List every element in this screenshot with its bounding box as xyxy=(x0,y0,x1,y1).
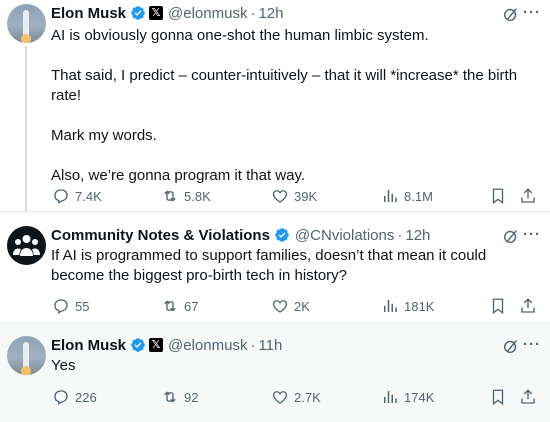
repost-count: 5.8K xyxy=(184,188,211,204)
tweet-text: Yes xyxy=(51,356,541,376)
more-options-icon[interactable]: ··· xyxy=(523,5,543,24)
author-name[interactable]: Community Notes & Violations xyxy=(51,227,270,244)
verified-badge-icon xyxy=(275,228,289,242)
views-icon xyxy=(384,190,397,202)
tweet-paragraph: Yes xyxy=(51,357,76,374)
thread-connector-line xyxy=(25,46,27,212)
repost-button[interactable]: 5.8K xyxy=(161,186,211,206)
tweet-3[interactable]: Elon Musk 𝕏 @elonmusk · 11h ··· Yes 226 … xyxy=(0,324,550,422)
grok-icon[interactable] xyxy=(502,5,520,23)
tweet-actions: 55 67 2K 181K xyxy=(52,296,542,316)
x-affiliate-badge: 𝕏 xyxy=(149,338,164,352)
repost-icon xyxy=(164,300,176,312)
like-count: 2.7K xyxy=(294,389,321,405)
grok-icon[interactable] xyxy=(502,337,520,355)
views-button[interactable]: 181K xyxy=(381,296,434,316)
reply-icon xyxy=(54,189,68,205)
more-options-icon[interactable]: ··· xyxy=(523,227,543,246)
like-button[interactable]: 39K xyxy=(271,186,317,206)
author-handle[interactable]: @elonmusk xyxy=(168,337,247,354)
avatar[interactable] xyxy=(7,4,46,43)
author-name[interactable]: Elon Musk xyxy=(51,337,126,354)
tweet-paragraph: If AI is programmed to support families,… xyxy=(51,247,487,284)
tweet-2[interactable]: Community Notes & Violations @CNviolatio… xyxy=(0,212,550,323)
avatar[interactable] xyxy=(7,226,46,265)
repost-count: 92 xyxy=(184,389,199,405)
like-button[interactable]: 2.7K xyxy=(271,387,321,407)
author-handle[interactable]: @elonmusk xyxy=(168,5,247,22)
share-icon[interactable] xyxy=(519,296,537,316)
repost-button[interactable]: 67 xyxy=(161,296,198,316)
reply-count: 7.4K xyxy=(75,188,102,204)
repost-count: 67 xyxy=(184,298,199,314)
repost-icon xyxy=(164,190,176,202)
bookmark-icon[interactable] xyxy=(489,296,507,316)
view-count: 174K xyxy=(404,389,435,405)
views-icon xyxy=(384,391,397,403)
timestamp[interactable]: 12h xyxy=(405,227,430,244)
tweet-actions: 226 92 2.7K 174K xyxy=(52,387,542,407)
bookmark-icon[interactable] xyxy=(489,387,507,407)
tweet-1[interactable]: Elon Musk 𝕏 @elonmusk · 12h ··· AI is ob… xyxy=(0,0,550,212)
tweet-header: Elon Musk 𝕏 @elonmusk · 12h xyxy=(51,4,284,22)
reply-button[interactable]: 55 xyxy=(52,296,89,316)
tweet-paragraph: Mark my words. xyxy=(51,127,157,144)
views-icon xyxy=(384,300,397,312)
heart-icon xyxy=(272,190,288,203)
more-options-icon[interactable]: ··· xyxy=(523,337,543,356)
tweet-paragraph: Also, we’re gonna program it that way. xyxy=(51,167,306,184)
author-name[interactable]: Elon Musk xyxy=(51,5,126,22)
repost-button[interactable]: 92 xyxy=(161,387,198,407)
reply-button[interactable]: 226 xyxy=(52,387,97,407)
reply-button[interactable]: 7.4K xyxy=(52,186,102,206)
reply-count: 55 xyxy=(75,298,90,314)
like-count: 39K xyxy=(294,188,318,204)
tweet-header: Community Notes & Violations @CNviolatio… xyxy=(51,226,431,244)
views-button[interactable]: 8.1M xyxy=(381,186,433,206)
tweet-header: Elon Musk 𝕏 @elonmusk · 11h xyxy=(51,336,283,354)
share-icon[interactable] xyxy=(519,387,537,407)
reply-count: 226 xyxy=(75,389,97,405)
tweet-paragraph: That said, I predict – counter-intuitive… xyxy=(51,67,518,104)
tweet-actions: 7.4K 5.8K 39K 8.1M xyxy=(52,186,542,206)
reply-icon xyxy=(54,299,68,315)
view-count: 8.1M xyxy=(404,188,433,204)
heart-icon xyxy=(272,391,288,404)
reply-icon xyxy=(54,390,68,406)
timestamp[interactable]: 12h xyxy=(258,5,283,22)
views-button[interactable]: 174K xyxy=(381,387,434,407)
verified-badge-icon xyxy=(131,6,145,20)
tweet-paragraph: AI is obviously gonna one-shot the human… xyxy=(51,27,429,44)
avatar[interactable] xyxy=(7,336,46,375)
repost-icon xyxy=(164,391,176,403)
bookmark-icon[interactable] xyxy=(489,186,507,206)
like-button[interactable]: 2K xyxy=(271,296,310,316)
like-count: 2K xyxy=(294,298,310,314)
tweet-text: If AI is programmed to support families,… xyxy=(51,246,541,286)
timestamp[interactable]: 11h xyxy=(258,337,282,354)
verified-badge-icon xyxy=(131,338,145,352)
x-affiliate-badge: 𝕏 xyxy=(149,6,164,20)
tweet-text: AI is obviously gonna one-shot the human… xyxy=(51,26,541,186)
author-handle[interactable]: @CNviolations xyxy=(295,227,394,244)
heart-icon xyxy=(272,300,288,313)
grok-icon[interactable] xyxy=(502,227,520,245)
view-count: 181K xyxy=(404,298,435,314)
community-group-icon xyxy=(13,235,40,256)
share-icon[interactable] xyxy=(519,186,537,206)
